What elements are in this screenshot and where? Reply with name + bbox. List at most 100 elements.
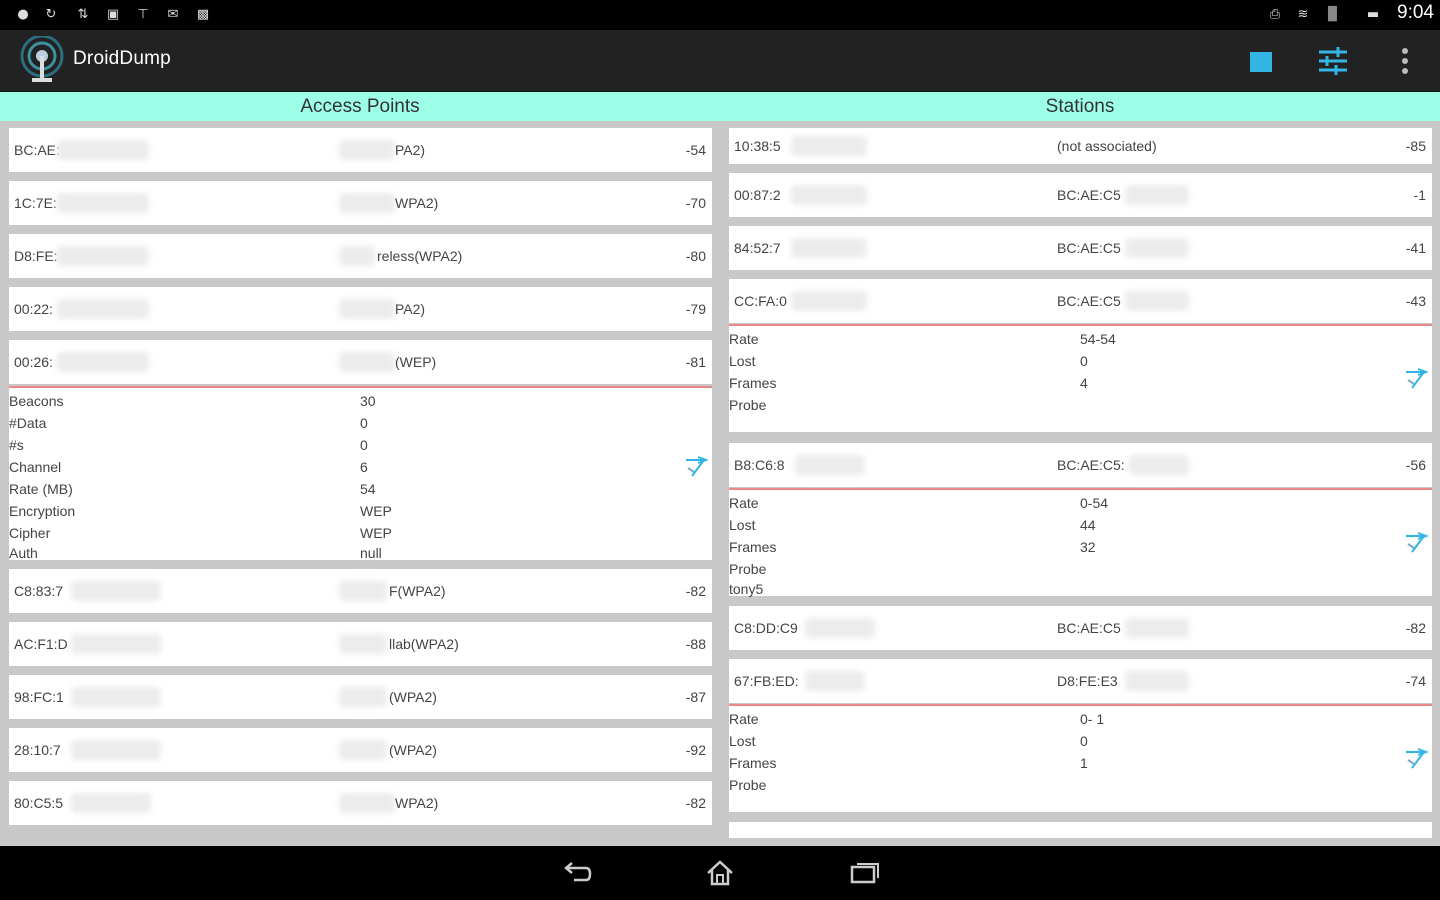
station-signal: -41: [1405, 240, 1426, 256]
ap-detail-panel: Beacons #Data #s Channel Rate (MB) Encry…: [9, 386, 712, 561]
detail-label: Rate: [729, 711, 759, 727]
ap-signal: -70: [685, 195, 706, 211]
ap-signal: -82: [685, 795, 706, 811]
ap-row[interactable]: 1C:7E: WPA2) -70: [9, 181, 712, 225]
ap-ssid: llab(WPA2): [389, 636, 459, 652]
detail-label: Frames: [729, 755, 777, 771]
station-row-partial[interactable]: [729, 822, 1432, 838]
ap-ssid: (WEP): [395, 354, 437, 370]
detail-label: Encryption: [9, 503, 76, 519]
clock: 9:04: [1397, 2, 1434, 23]
detail-value: 0-54: [1080, 495, 1109, 511]
redacted-area: [791, 291, 867, 311]
detail-value: 0- 1: [1080, 711, 1105, 727]
station-mac: 10:38:5: [734, 138, 781, 154]
ap-signal: -54: [685, 142, 706, 158]
ap-row[interactable]: AC:F1:D llab(WPA2) -88: [9, 622, 712, 666]
antenna-icon: ⊤: [137, 7, 149, 22]
mail-icon: ✉: [167, 7, 179, 22]
redacted-area: [57, 352, 149, 372]
shopping-bag-icon: ▩: [196, 7, 210, 22]
ap-row[interactable]: 98:FC:1 (WPA2) -87: [9, 675, 712, 719]
redacted-area: [339, 740, 387, 760]
app-logo-icon: [20, 36, 64, 82]
locate-icon[interactable]: [1404, 748, 1428, 770]
redacted-area: [57, 246, 149, 266]
station-detail-panel: Rate Lost Frames Probe 0- 1 0 1: [729, 704, 1432, 812]
ap-mac: 1C:7E:: [14, 195, 57, 211]
redacted-area: [339, 246, 375, 266]
redacted-area: [339, 793, 395, 813]
station-ap: BC:AE:C5: [1057, 187, 1121, 203]
transfer-icon: ⇅: [77, 7, 89, 22]
access-points-header: Access Points: [0, 92, 720, 121]
ap-row-selected[interactable]: 00:26: (WEP) -81: [9, 340, 712, 384]
detail-label: Rate: [729, 495, 759, 511]
back-icon[interactable]: [560, 858, 594, 888]
redacted-area: [1125, 238, 1189, 258]
ap-ssid: WPA2): [395, 795, 439, 811]
detail-label: Frames: [729, 375, 777, 391]
detail-value: 0: [1080, 353, 1088, 369]
stop-button[interactable]: [1244, 44, 1278, 78]
station-row-selected[interactable]: 67:FB:ED: D8:FE:E3 -74: [729, 659, 1432, 703]
no-sim-icon: ⎙: [1269, 7, 1281, 22]
station-signal: -1: [1413, 187, 1426, 203]
station-mac: 00:87:2: [734, 187, 781, 203]
ap-mac: 98:FC:1: [14, 689, 64, 705]
station-signal: -43: [1405, 293, 1426, 309]
ap-mac: AC:F1:D: [14, 636, 68, 652]
ap-signal: -82: [685, 583, 706, 599]
ap-mac: 80:C5:5: [14, 795, 64, 811]
station-signal: -85: [1405, 138, 1426, 154]
station-detail-panel: Rate Lost Frames Probe 54-54 0 4: [729, 324, 1432, 432]
station-signal: -56: [1405, 457, 1426, 473]
locate-icon[interactable]: [684, 456, 708, 478]
home-icon[interactable]: [703, 858, 737, 888]
station-row[interactable]: 00:87:2 BC:AE:C5 -1: [729, 173, 1432, 217]
station-ap: BC:AE:C5: [1057, 620, 1121, 636]
detail-value: 30: [360, 393, 376, 409]
station-row[interactable]: 84:52:7 BC:AE:C5 -41: [729, 226, 1432, 270]
station-row-selected[interactable]: B8:C6:8 BC:AE:C5: -56: [729, 443, 1432, 487]
redacted-area: [791, 238, 867, 258]
station-mac: C8:DD:C9: [734, 620, 798, 636]
ap-row[interactable]: 00:22: PA2) -79: [9, 287, 712, 331]
recent-apps-icon[interactable]: [848, 858, 882, 888]
app-title: DroidDump: [73, 48, 171, 69]
locate-icon[interactable]: [1404, 368, 1428, 390]
ap-ssid: (WPA2): [389, 689, 437, 705]
ap-row[interactable]: 80:C5:5 WPA2) -82: [9, 781, 712, 825]
detail-value: WEP: [360, 525, 392, 541]
station-mac: CC:FA:0: [734, 293, 787, 309]
navigation-bar: [0, 846, 1440, 900]
station-mac: 84:52:7: [734, 240, 781, 256]
settings-sliders-button[interactable]: [1316, 44, 1350, 78]
ap-row[interactable]: D8:FE: reless(WPA2) -80: [9, 234, 712, 278]
redacted-area: [339, 634, 387, 654]
overflow-menu-button[interactable]: [1388, 44, 1422, 78]
redacted-area: [339, 299, 395, 319]
detail-value: null: [360, 545, 382, 561]
wifi-icon: ≋: [1297, 7, 1309, 22]
detail-label: Probe: [729, 561, 767, 577]
redacted-area: [791, 136, 867, 156]
station-row[interactable]: 10:38:5 (not associated) -85: [729, 128, 1432, 164]
ap-row[interactable]: 28:10:7 (WPA2) -92: [9, 728, 712, 772]
station-row-selected[interactable]: CC:FA:0 BC:AE:C5 -43: [729, 279, 1432, 323]
redacted-area: [805, 671, 865, 691]
detail-label: Channel: [9, 459, 62, 475]
sync-icon: ↻: [45, 7, 57, 22]
main-content: Access Points Stations BC:AE: PA2) -54 1…: [0, 92, 1440, 846]
ap-ssid: (WPA2): [389, 742, 437, 758]
redacted-area: [339, 193, 395, 213]
status-bar: ● ↻ ⇅ ▣ ⊤ ✉ ▩ ⎙ ≋ ▉ ▬ 9:04: [0, 0, 1440, 30]
ap-row[interactable]: BC:AE: PA2) -54: [9, 128, 712, 172]
redacted-area: [339, 352, 395, 372]
station-row[interactable]: C8:DD:C9 BC:AE:C5 -82: [729, 606, 1432, 650]
ap-row[interactable]: C8:83:7 F(WPA2) -82: [9, 569, 712, 613]
detail-label: Rate (MB): [9, 481, 73, 497]
station-ap: D8:FE:E3: [1057, 673, 1118, 689]
detail-value: 44: [1080, 517, 1096, 533]
locate-icon[interactable]: [1404, 532, 1428, 554]
